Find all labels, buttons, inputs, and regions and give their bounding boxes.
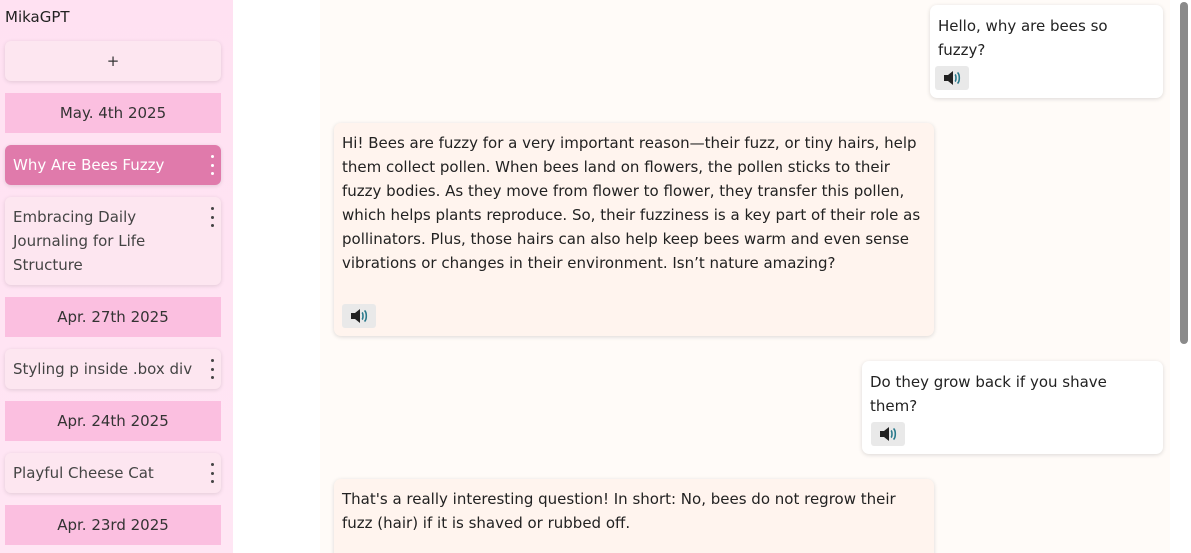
speak-button[interactable]: [871, 422, 905, 446]
speaker-icon: [351, 309, 368, 323]
chat-item-title: Why Are Bees Fuzzy: [13, 156, 165, 174]
assistant-message: Hi! Bees are fuzzy for a very important …: [334, 123, 934, 336]
new-chat-button[interactable]: +: [5, 41, 221, 81]
assistant-message: That's a really interesting question! In…: [334, 479, 934, 553]
kebab-menu-icon[interactable]: [209, 463, 215, 483]
chat-item-why-are-bees-fuzzy[interactable]: Why Are Bees Fuzzy: [5, 145, 221, 185]
chat-main: Hello, why are bees so fuzzy? Hi! Bees a…: [233, 0, 1191, 553]
app-title: MikaGPT: [5, 8, 70, 26]
message-text: Do they grow back if you shave them?: [870, 373, 1107, 415]
sidebar: MikaGPT + May. 4th 2025 Why Are Bees Fuz…: [0, 0, 233, 553]
app: MikaGPT + May. 4th 2025 Why Are Bees Fuz…: [0, 0, 1191, 553]
date-group-header: Apr. 23rd 2025: [5, 505, 221, 545]
speak-button[interactable]: [342, 304, 376, 328]
chat-item-styling-p-inside-box-div[interactable]: Styling p inside .box div: [5, 349, 221, 389]
user-message: Hello, why are bees so fuzzy?: [930, 5, 1163, 98]
chat-item-title: Embracing Daily Journaling for Life Stru…: [13, 208, 146, 274]
speak-button[interactable]: [935, 66, 969, 90]
kebab-menu-icon[interactable]: [209, 155, 215, 175]
chat-item-title: Styling p inside .box div: [13, 360, 193, 378]
message-text: Hello, why are bees so fuzzy?: [938, 17, 1108, 59]
user-message: Do they grow back if you shave them?: [862, 361, 1163, 454]
kebab-menu-icon[interactable]: [209, 207, 215, 227]
speaker-icon: [880, 427, 897, 441]
date-group-header: May. 4th 2025: [5, 93, 221, 133]
chat-item-title: Playful Cheese Cat: [13, 464, 154, 482]
chat-item-embracing-daily-journaling[interactable]: Embracing Daily Journaling for Life Stru…: [5, 197, 221, 285]
date-group-header: Apr. 27th 2025: [5, 297, 221, 337]
scrollbar[interactable]: [1177, 0, 1191, 553]
date-group-header: Apr. 24th 2025: [5, 401, 221, 441]
kebab-menu-icon[interactable]: [209, 359, 215, 379]
scrollbar-thumb[interactable]: [1180, 2, 1188, 344]
speaker-icon: [944, 71, 961, 85]
chat-item-playful-cheese-cat[interactable]: Playful Cheese Cat: [5, 453, 221, 493]
message-text: That's a really interesting question! In…: [342, 490, 896, 532]
message-text: Hi! Bees are fuzzy for a very important …: [342, 134, 921, 272]
